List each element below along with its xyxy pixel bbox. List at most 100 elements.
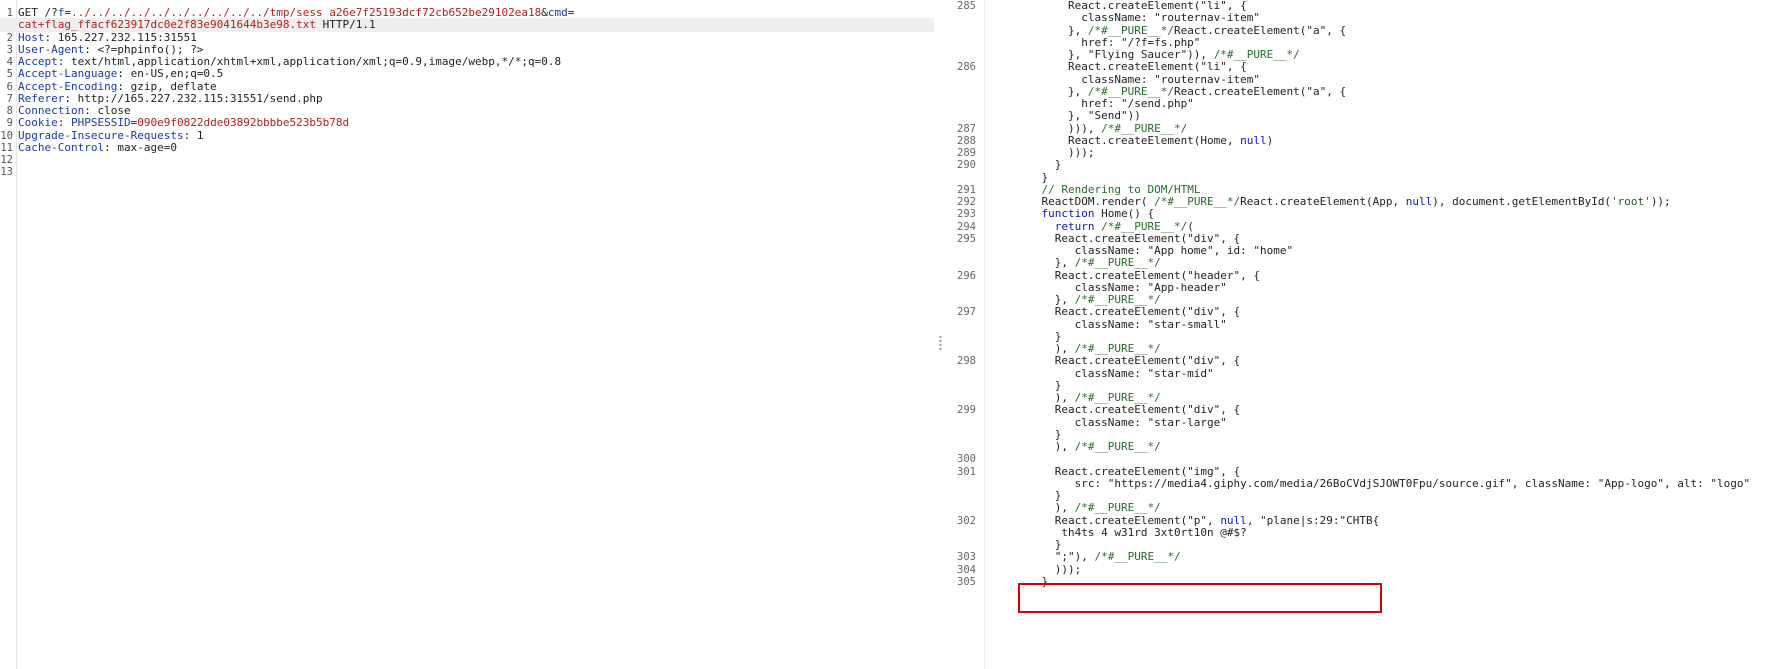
code-token: cmd	[547, 6, 568, 19]
code-token: ),	[1015, 391, 1075, 404]
code-token: React.createElement("header", {	[1015, 268, 1261, 282]
code-token: Accept-Encoding	[18, 79, 118, 93]
code-token: User-Agent	[18, 42, 85, 56]
code-token: null	[1240, 133, 1267, 147]
pane-splitter[interactable]	[934, 0, 948, 669]
code-token: cat+flag_ffacf623917dc0e2f83e9041644b3e9…	[18, 18, 317, 32]
code-token: ),	[1015, 501, 1075, 515]
code-token: },	[1015, 256, 1075, 270]
code-token: }, "Flying Saucer")),	[1015, 48, 1214, 61]
code-token: React.createElement("div", {	[1015, 403, 1241, 417]
code-token: }	[1015, 378, 1062, 392]
code-token: React.createElement("div", {	[1015, 305, 1241, 319]
code-token: : http://165.227.232.115:31551/send.php	[64, 91, 323, 105]
code-token: React.createElement("div", {	[1015, 231, 1241, 245]
code-token: /*#__PURE__*/	[1087, 84, 1174, 98]
code-token: ),	[1015, 440, 1075, 453]
code-token: src: "https://media4.giphy.com/media/26B…	[1015, 476, 1751, 490]
code-token: className: "star-mid"	[1015, 366, 1214, 380]
code-token: className: "star-small"	[1015, 317, 1227, 331]
code-token: HTTP/1.1	[316, 18, 376, 32]
code-token: : gzip, deflate	[117, 79, 217, 93]
code-token: /*#__PURE__*/	[1074, 293, 1161, 306]
code-token: React.createElement(App,	[1240, 195, 1406, 208]
code-token: &	[541, 6, 548, 19]
code-token: ),	[1015, 342, 1075, 355]
code-token: Home() {	[1094, 207, 1155, 221]
code-token: className: "App home", id: "home"	[1015, 244, 1294, 257]
code-token: React.createElement("div", {	[1015, 354, 1241, 368]
code-token: Connection	[18, 104, 85, 117]
line-number: 13	[0, 166, 13, 179]
code-token: React.createElement("a", {	[1173, 84, 1347, 98]
code-token: Accept	[18, 55, 58, 68]
code-token: }, "Send"))	[1015, 109, 1141, 123]
request-code-line: 13	[0, 165, 934, 179]
code-token: Upgrade-Insecure-Requests	[18, 128, 184, 142]
code-token: 'root'	[1611, 195, 1651, 208]
code-token: : text/html,application/xhtml+xml,applic…	[57, 55, 562, 68]
splitter-grip-icon	[939, 335, 942, 351]
code-token: =	[567, 6, 575, 19]
code-token: }	[1015, 427, 1062, 441]
code-token: /*#__PURE__*/	[1074, 256, 1161, 270]
code-token: /*#__PURE__*/	[1213, 48, 1300, 61]
flag-highlight-box	[1018, 583, 1382, 613]
code-token: : en-US,en;q=0.5	[117, 67, 224, 81]
code-token: className: "routernav-item"	[1015, 72, 1261, 86]
code-token: /*#__PURE__*/	[1094, 550, 1181, 564]
response-viewer-pane[interactable]: 285 React.createElement("li", { classNam…	[948, 0, 1792, 669]
code-token: /*#__PURE__*/	[1154, 195, 1241, 208]
code-token: },	[1015, 293, 1075, 306]
code-token: PHPSESSID	[71, 116, 131, 130]
code-token: )	[1266, 133, 1274, 147]
code-token: : 165.227.232.115:31551	[44, 30, 197, 44]
code-token: href: "/send.php"	[1015, 97, 1194, 110]
code-token: Cookie	[18, 116, 58, 130]
code-token: React.createElement(Home,	[1015, 133, 1241, 147]
code-token: React.createElement("a", {	[1173, 23, 1347, 37]
code-token: , "plane|s:29:"CHTB{	[1246, 513, 1380, 527]
code-token: React.createElement("p",	[1015, 513, 1221, 527]
code-token: className: "star-large"	[1015, 415, 1227, 429]
code-token: /*#__PURE__*/	[1074, 391, 1161, 404]
code-token: }	[1015, 158, 1062, 172]
code-token: ";"),	[1015, 550, 1095, 564]
code-token: /*#__PURE__*/	[1074, 440, 1161, 453]
code-token: : close	[84, 104, 131, 117]
code-token: :	[57, 116, 71, 130]
code-token: null	[1220, 513, 1247, 527]
code-token: null	[1405, 195, 1433, 208]
code-token: /*#__PURE__*/	[1074, 342, 1161, 355]
code-token: return	[1054, 219, 1095, 233]
code-token: React.createElement("img", {	[1015, 464, 1241, 478]
code-token: }	[1015, 489, 1062, 502]
code-token: Host	[18, 30, 45, 44]
code-token: // Rendering to DOM/HTML	[1041, 182, 1201, 196]
code-token: React.createElement("li", {	[1015, 60, 1247, 74]
code-token: }	[1015, 170, 1049, 184]
code-token: )));	[1015, 562, 1082, 576]
code-token: React.createElement("li", {	[1015, 0, 1247, 12]
request-editor-pane[interactable]: 1 GET /?f=../../../../../../../../../../t…	[0, 0, 934, 669]
code-token: ../../../../../../../../../../tmp/sess_a…	[71, 6, 542, 19]
code-token: ReactDOM.render(	[1015, 195, 1155, 208]
code-token: : <?=phpinfo(); ?>	[84, 42, 204, 56]
code-token: (	[1187, 219, 1194, 233]
code-token: th4ts 4 w31rd 3xt0rt10n @#$?	[1015, 525, 1247, 539]
code-token: =	[64, 6, 71, 19]
code-token: }	[1015, 329, 1062, 343]
code-token: /*#__PURE__*/	[1074, 501, 1161, 515]
code-token: : 1	[183, 128, 204, 142]
code-token: className: "routernav-item"	[1015, 11, 1261, 25]
code-token: GET /?	[18, 6, 58, 19]
code-token: ), document.getElementById(	[1432, 195, 1612, 208]
code-token: }	[1015, 538, 1062, 551]
code-token: 090e9f0822dde03892bbbbe523b5b78d	[137, 116, 350, 130]
code-token: Accept-Language	[18, 67, 118, 81]
code-token: },	[1015, 23, 1088, 37]
code-token: /*#__PURE__*/	[1101, 219, 1188, 233]
